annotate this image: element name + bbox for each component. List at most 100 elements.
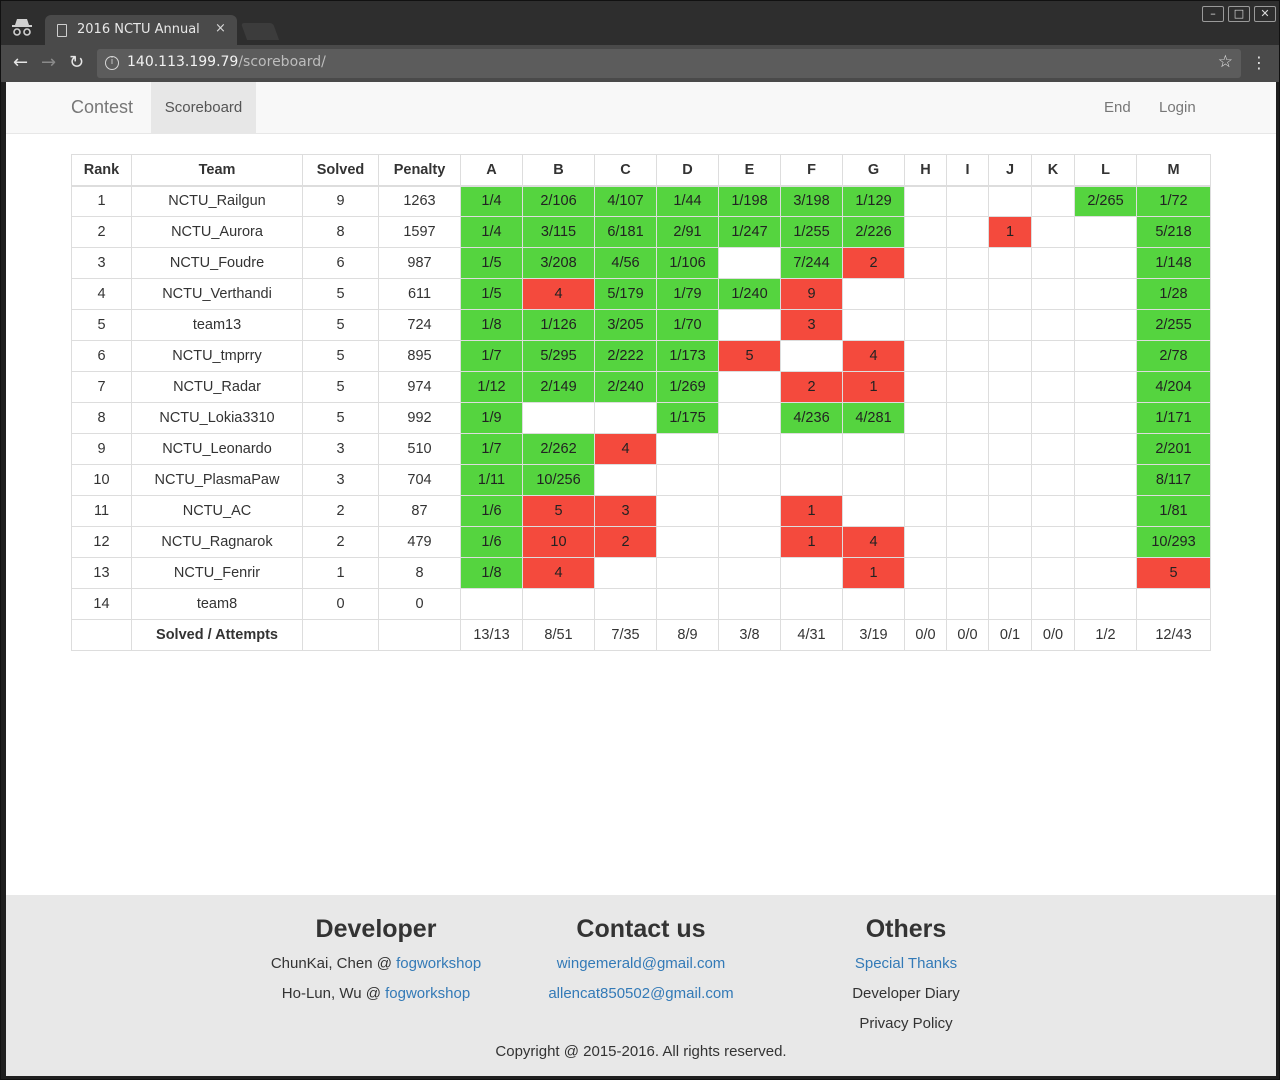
problem-cell-f: 1 bbox=[780, 495, 843, 527]
problem-cell-e: 5 bbox=[718, 340, 781, 372]
problem-cell-m: 10/293 bbox=[1136, 526, 1211, 558]
nav-end[interactable]: End bbox=[1104, 99, 1131, 116]
back-icon[interactable]: ← bbox=[13, 52, 28, 73]
table-row: 5 team13 5 724 1/8 1/126 3/205 1/70 3 2/255 bbox=[71, 309, 1211, 341]
summary-cell-i: 0/0 bbox=[946, 619, 989, 651]
problem-cell-i bbox=[946, 278, 989, 310]
problem-cell-b: 10/256 bbox=[522, 464, 595, 496]
tab-close-icon[interactable]: × bbox=[215, 21, 226, 36]
team-cell: NCTU_Fenrir bbox=[131, 557, 303, 589]
team-cell: NCTU_PlasmaPaw bbox=[131, 464, 303, 496]
email-link[interactable]: wingemerald@gmail.com bbox=[557, 955, 726, 972]
problem-cell-i bbox=[946, 340, 989, 372]
summary-cell-j: 0/1 bbox=[988, 619, 1032, 651]
problem-cell-j bbox=[988, 278, 1032, 310]
header-row: Rank Team Solved Penalty A B C D E F G H I J K L M bbox=[71, 154, 1211, 187]
problem-header-i: I bbox=[946, 154, 989, 187]
problem-cell-g: 1 bbox=[842, 557, 905, 589]
table-header: Rank Team Solved Penalty A B C D E F G H I J K L M bbox=[71, 154, 1211, 187]
problem-cell-e bbox=[718, 433, 781, 465]
bookmark-star-icon[interactable]: ☆ bbox=[1218, 52, 1233, 72]
problem-cell-c: 4/107 bbox=[594, 185, 657, 217]
team-cell: NCTU_Leonardo bbox=[131, 433, 303, 465]
problem-cell-j bbox=[988, 495, 1032, 527]
column-header-team: Team bbox=[131, 154, 303, 187]
problem-cell-m: 1/148 bbox=[1136, 247, 1211, 279]
team-cell: NCTU_Railgun bbox=[131, 185, 303, 217]
problem-cell-a: 1/7 bbox=[460, 433, 523, 465]
problem-cell-j bbox=[988, 433, 1032, 465]
problem-cell-f: 1/255 bbox=[780, 216, 843, 248]
problem-cell-c: 2/222 bbox=[594, 340, 657, 372]
address-bar[interactable]: i 140.113.199.79/scoreboard/ ☆ bbox=[97, 49, 1241, 78]
team-cell: NCTU_tmprry bbox=[131, 340, 303, 372]
developer-diary-link[interactable]: Developer Diary bbox=[756, 979, 1056, 1009]
problem-cell-l bbox=[1074, 526, 1137, 558]
problem-cell-m: 1/28 bbox=[1136, 278, 1211, 310]
summary-cell-m: 12/43 bbox=[1136, 619, 1211, 651]
problem-header-j: J bbox=[988, 154, 1032, 187]
problem-cell-k bbox=[1031, 526, 1075, 558]
info-icon[interactable]: i bbox=[105, 56, 119, 70]
table-row: 11 NCTU_AC 2 87 1/6 5 3 1 1/81 bbox=[71, 495, 1211, 527]
problem-cell-i bbox=[946, 309, 989, 341]
browser-menu-icon[interactable]: ⋮ bbox=[1251, 53, 1267, 72]
developer-link[interactable]: fogworkshop bbox=[385, 985, 470, 1002]
reload-icon[interactable]: ↻ bbox=[69, 52, 84, 73]
close-window-button[interactable]: ✕ bbox=[1254, 6, 1276, 22]
problem-cell-g bbox=[842, 433, 905, 465]
problem-cell-a: 1/8 bbox=[460, 557, 523, 589]
table-row: 6 NCTU_tmprry 5 895 1/7 5/295 2/222 1/173 5 4 2/78 bbox=[71, 340, 1211, 372]
problem-cell-m: 1/72 bbox=[1136, 185, 1211, 217]
problem-cell-c: 3 bbox=[594, 495, 657, 527]
table-row: 10 NCTU_PlasmaPaw 3 704 1/11 10/256 8/117 bbox=[71, 464, 1211, 496]
brand-link[interactable]: Contest bbox=[71, 97, 133, 118]
problem-header-m: M bbox=[1136, 154, 1211, 187]
summary-blank bbox=[302, 619, 379, 651]
email-link[interactable]: allencat850502@gmail.com bbox=[548, 985, 733, 1002]
rank-cell: 9 bbox=[71, 433, 132, 465]
problem-cell-m: 8/117 bbox=[1136, 464, 1211, 496]
team-cell: NCTU_Foudre bbox=[131, 247, 303, 279]
browser-tab[interactable]: 2016 NCTU Annual Programming Contest × bbox=[45, 15, 237, 46]
new-tab-button[interactable] bbox=[240, 23, 280, 40]
problem-cell-f: 3 bbox=[780, 309, 843, 341]
forward-icon[interactable]: → bbox=[41, 52, 56, 73]
problem-cell-i bbox=[946, 588, 989, 620]
page-icon bbox=[57, 24, 67, 37]
problem-cell-h bbox=[904, 216, 947, 248]
problem-cell-i bbox=[946, 495, 989, 527]
problem-cell-a bbox=[460, 588, 523, 620]
maximize-button[interactable]: □ bbox=[1228, 6, 1250, 22]
problem-cell-d: 1/173 bbox=[656, 340, 719, 372]
problem-cell-j: 1 bbox=[988, 216, 1032, 248]
special-thanks-link[interactable]: Special Thanks bbox=[855, 955, 957, 972]
solved-cell: 5 bbox=[302, 309, 379, 341]
team-cell: NCTU_Aurora bbox=[131, 216, 303, 248]
problem-cell-d: 1/175 bbox=[656, 402, 719, 434]
url-text[interactable]: 140.113.199.79/scoreboard/ bbox=[127, 54, 326, 70]
footer-developer-title: Developer bbox=[315, 915, 437, 943]
problem-cell-d bbox=[656, 495, 719, 527]
nav-scoreboard[interactable]: Scoreboard bbox=[151, 82, 256, 133]
problem-cell-l bbox=[1074, 247, 1137, 279]
problem-cell-g bbox=[842, 278, 905, 310]
nav-login[interactable]: Login bbox=[1159, 99, 1196, 116]
penalty-cell: 0 bbox=[378, 588, 461, 620]
team-cell: team8 bbox=[131, 588, 303, 620]
problem-cell-j bbox=[988, 340, 1032, 372]
title-bar: 2016 NCTU Annual Programming Contest × –… bbox=[1, 1, 1279, 46]
problem-header-a: A bbox=[460, 154, 523, 187]
privacy-policy-link[interactable]: Privacy Policy bbox=[756, 1009, 1056, 1039]
problem-cell-k bbox=[1031, 185, 1075, 217]
contact-line: wingemerald@gmail.com bbox=[491, 949, 791, 979]
team-cell: NCTU_Ragnarok bbox=[131, 526, 303, 558]
problem-cell-l bbox=[1074, 464, 1137, 496]
problem-cell-i bbox=[946, 402, 989, 434]
developer-link[interactable]: fogworkshop bbox=[396, 955, 481, 972]
rank-cell: 10 bbox=[71, 464, 132, 496]
minimize-button[interactable]: – bbox=[1202, 6, 1224, 22]
problem-cell-b: 10 bbox=[522, 526, 595, 558]
problem-cell-k bbox=[1031, 464, 1075, 496]
table-body: 1 NCTU_Railgun 9 1263 1/4 2/106 4/107 1/44 1/198… bbox=[71, 185, 1211, 651]
